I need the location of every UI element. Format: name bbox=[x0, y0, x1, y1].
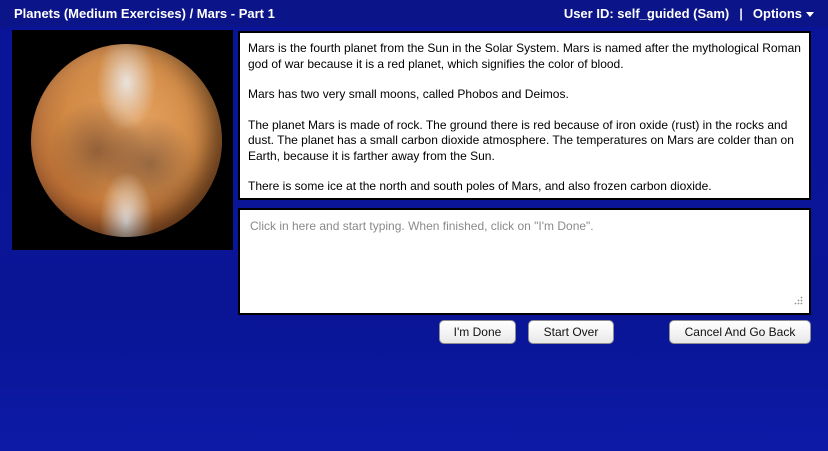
mars-image bbox=[31, 44, 222, 237]
paragraph-3: The planet Mars is made of rock. The gro… bbox=[248, 117, 794, 163]
paragraph-4: There is some ice at the north and south… bbox=[248, 179, 712, 193]
top-bar: Planets (Medium Exercises) / Mars - Part… bbox=[0, 0, 828, 27]
page-title: Planets (Medium Exercises) / Mars - Part… bbox=[14, 6, 275, 21]
chevron-down-icon bbox=[806, 12, 814, 17]
paragraph-1: Mars is the fourth planet from the Sun i… bbox=[248, 41, 801, 71]
reading-text-panel: Mars is the fourth planet from the Sun i… bbox=[238, 31, 811, 200]
paragraph-2: Mars has two very small moons, called Ph… bbox=[248, 87, 569, 101]
user-area: User ID: self_guided (Sam) | Options bbox=[564, 6, 814, 21]
mars-image-panel bbox=[12, 30, 233, 250]
user-id-label: User ID: self_guided (Sam) bbox=[563, 6, 730, 21]
start-over-button[interactable]: Start Over bbox=[528, 320, 614, 344]
im-done-button[interactable]: I'm Done bbox=[439, 320, 516, 344]
options-label: Options bbox=[752, 6, 802, 21]
answer-input[interactable] bbox=[238, 208, 811, 315]
resize-grip-icon[interactable] bbox=[793, 296, 803, 306]
options-menu[interactable]: Options bbox=[753, 6, 814, 21]
header-separator: | bbox=[739, 6, 743, 21]
cancel-and-go-back-button[interactable]: Cancel And Go Back bbox=[669, 320, 811, 344]
